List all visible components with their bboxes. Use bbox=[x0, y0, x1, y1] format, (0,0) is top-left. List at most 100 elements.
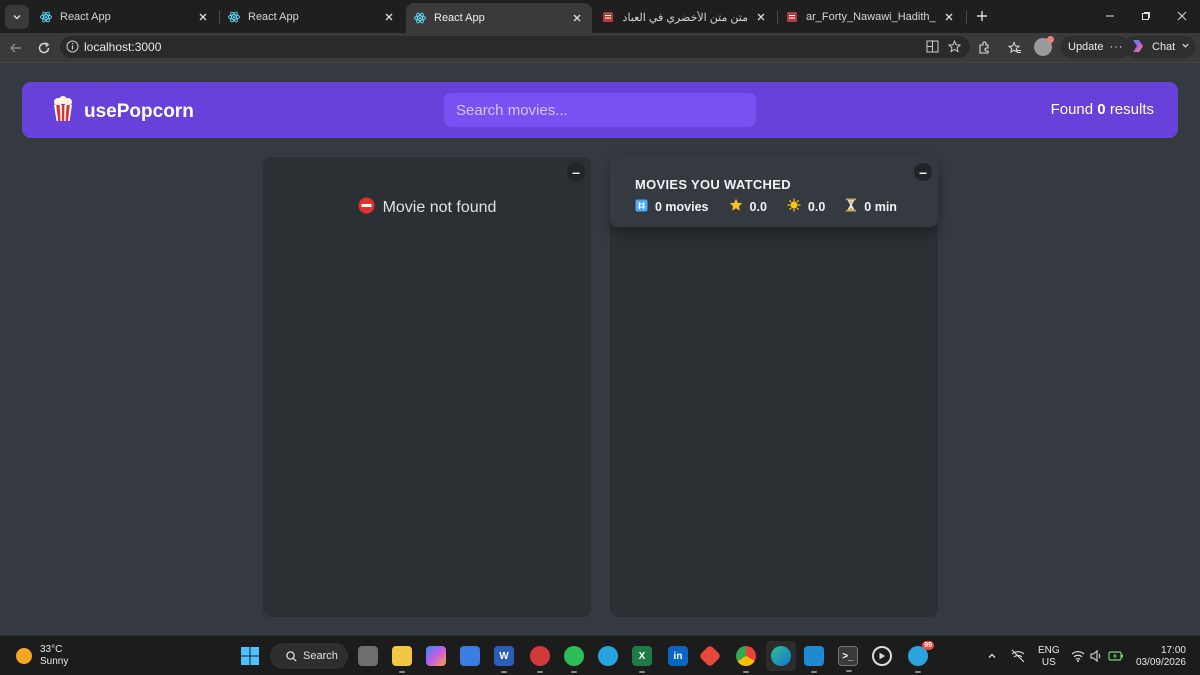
tab-separator bbox=[966, 10, 967, 24]
telegram-icon[interactable] bbox=[598, 646, 618, 666]
watched-summary: Movies you watched 0 movies 0.0 0.0 0 mi… bbox=[610, 157, 938, 227]
tab-title: React App bbox=[60, 11, 111, 23]
update-button[interactable]: Update ··· bbox=[1060, 36, 1132, 58]
chevron-up-icon bbox=[988, 653, 996, 658]
start-button[interactable] bbox=[240, 646, 260, 666]
media-player-icon[interactable] bbox=[872, 646, 892, 666]
wifi-icon[interactable] bbox=[1070, 648, 1086, 664]
copilot-app-icon[interactable] bbox=[426, 646, 446, 666]
browser-tab[interactable]: متن متن الأخضري في العبادات الش bbox=[594, 3, 776, 31]
word-icon[interactable]: W bbox=[494, 646, 514, 673]
back-button[interactable] bbox=[7, 39, 25, 57]
extensions-button[interactable] bbox=[975, 39, 993, 57]
popcorn-icon bbox=[52, 96, 74, 127]
taskbar-search[interactable]: Search bbox=[270, 643, 348, 669]
battery-charging-icon[interactable] bbox=[1108, 648, 1124, 664]
url-text: localhost:3000 bbox=[84, 40, 162, 54]
excel-icon[interactable]: X bbox=[632, 646, 652, 673]
num-results: Found 0 results bbox=[1051, 101, 1154, 118]
browser-tab[interactable]: ar_Forty_Nawawi_Hadith_Dar_Alsa bbox=[778, 3, 964, 31]
copilot-icon bbox=[1130, 38, 1146, 57]
weather-temp: 33°C bbox=[40, 644, 63, 655]
plus-icon bbox=[977, 11, 987, 21]
terminal-icon[interactable]: >_ bbox=[838, 646, 858, 672]
pdf-icon bbox=[786, 11, 798, 23]
input-language[interactable]: ENG US bbox=[1038, 645, 1060, 669]
close-icon[interactable] bbox=[942, 10, 956, 24]
stat-imdb-rating: 0.0 bbox=[729, 198, 767, 215]
stat-text: 0 movies bbox=[655, 199, 709, 214]
search-icon bbox=[286, 650, 297, 662]
minimize-icon bbox=[1106, 15, 1114, 17]
movie-list-box: – Movie not found bbox=[263, 157, 591, 617]
browser-tab[interactable]: React App bbox=[32, 3, 218, 31]
search-input[interactable] bbox=[444, 93, 756, 127]
search-label: Search bbox=[303, 650, 338, 662]
close-icon[interactable] bbox=[196, 10, 210, 24]
region-code: US bbox=[1041, 657, 1056, 668]
star-outline-icon[interactable] bbox=[947, 39, 962, 58]
telegram-desktop-icon[interactable]: 99 bbox=[908, 641, 934, 673]
address-bar[interactable]: localhost:3000 bbox=[60, 36, 970, 58]
results-count: 0 bbox=[1097, 101, 1106, 118]
linkedin-icon[interactable]: in bbox=[668, 646, 688, 666]
react-icon bbox=[40, 11, 52, 23]
show-hidden-icons-button[interactable] bbox=[984, 648, 1000, 664]
toggle-button[interactable]: – bbox=[567, 163, 585, 181]
task-view-icon[interactable] bbox=[358, 646, 378, 666]
tab-list-button[interactable] bbox=[5, 5, 29, 29]
react-icon bbox=[414, 12, 426, 24]
git-icon[interactable] bbox=[698, 644, 722, 668]
refresh-icon bbox=[38, 42, 50, 54]
tab-title: ar_Forty_Nawawi_Hadith_Dar_Alsa bbox=[806, 11, 936, 23]
chrome-icon[interactable] bbox=[736, 646, 756, 673]
browser-tab[interactable]: React App bbox=[220, 3, 404, 31]
vscode-icon[interactable] bbox=[804, 646, 824, 673]
no-entry-icon bbox=[358, 197, 375, 219]
tab-title: React App bbox=[434, 12, 485, 24]
results-prefix: Found bbox=[1050, 101, 1094, 118]
stat-user-rating: 0.0 bbox=[787, 198, 825, 215]
new-tab-button[interactable] bbox=[972, 6, 992, 26]
tab-title: React App bbox=[248, 11, 299, 23]
browser-toolbar: localhost:3000 Update ··· Chat bbox=[0, 33, 1200, 62]
close-icon[interactable] bbox=[382, 10, 396, 24]
logo-text: usePopcorn bbox=[84, 100, 194, 122]
screen-recorder-icon[interactable] bbox=[530, 646, 550, 673]
whatsapp-icon[interactable] bbox=[564, 646, 584, 673]
close-window-button[interactable] bbox=[1172, 6, 1192, 26]
volume-icon[interactable] bbox=[1088, 648, 1104, 664]
arrow-left-icon bbox=[10, 43, 21, 53]
toggle-button[interactable]: – bbox=[914, 163, 932, 181]
network-off-icon[interactable] bbox=[1010, 648, 1026, 664]
glowing-star-icon bbox=[787, 198, 801, 215]
system-clock[interactable]: 17:00 03/09/2026 bbox=[1136, 645, 1186, 669]
restore-button[interactable] bbox=[1136, 6, 1156, 26]
minimize-button[interactable] bbox=[1100, 6, 1120, 26]
chevron-down-icon bbox=[13, 15, 21, 20]
close-icon[interactable] bbox=[570, 11, 584, 25]
weather-desc: Sunny bbox=[40, 656, 69, 667]
stat-text: 0.0 bbox=[807, 199, 826, 214]
store-icon[interactable] bbox=[460, 646, 480, 666]
weather-widget[interactable]: 33°C Sunny bbox=[16, 644, 68, 668]
summary-stats: 0 movies 0.0 0.0 0 min bbox=[635, 198, 914, 215]
chat-button[interactable]: Chat bbox=[1124, 36, 1196, 58]
pdf-icon bbox=[602, 11, 614, 23]
clock-time: 17:00 bbox=[1160, 645, 1186, 656]
profile-avatar[interactable] bbox=[1034, 36, 1054, 56]
tab-title: متن متن الأخضري في العبادات الش bbox=[622, 11, 748, 24]
close-icon[interactable] bbox=[754, 10, 768, 24]
file-explorer-icon[interactable] bbox=[392, 646, 412, 673]
refresh-button[interactable] bbox=[35, 39, 53, 57]
edge-icon[interactable] bbox=[766, 641, 796, 671]
windows-taskbar: 33°C Sunny Search W X in >_ 99 ENG US 17… bbox=[0, 635, 1200, 675]
favorites-button[interactable] bbox=[1006, 39, 1024, 57]
split-screen-icon[interactable] bbox=[926, 40, 939, 58]
results-suffix: results bbox=[1109, 101, 1154, 118]
info-icon[interactable] bbox=[66, 40, 79, 58]
lang-code: ENG bbox=[1038, 645, 1060, 656]
windows-icon bbox=[241, 647, 259, 665]
stat-text: 0.0 bbox=[749, 199, 767, 214]
browser-tab-active[interactable]: React App bbox=[406, 3, 592, 33]
